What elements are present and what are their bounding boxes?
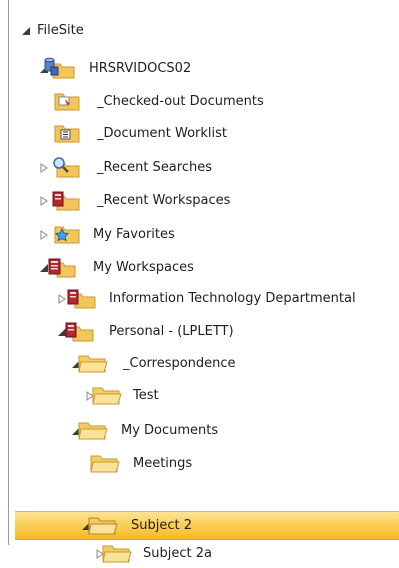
folder-icon xyxy=(101,542,133,564)
tree-node-it-departmental[interactable]: Information Technology Departmental xyxy=(9,285,394,313)
tree-node-label: My Workspaces xyxy=(93,260,194,275)
workspace-folder-icon xyxy=(65,287,97,309)
tree-node-label: My Documents xyxy=(121,423,219,438)
tree-node-test[interactable]: Test xyxy=(9,382,389,410)
tree-node-label: _Checked-out Documents xyxy=(97,94,264,109)
tree-node-label: Meetings xyxy=(133,456,193,471)
tree-node-label: Test xyxy=(133,388,159,403)
collapsed-triangle-icon[interactable] xyxy=(39,230,49,240)
tree-node-recent-searches[interactable]: _Recent Searches xyxy=(9,154,389,182)
workspace-folder-icon xyxy=(63,320,95,342)
folder-tree-panel: FileSite HRSRVIDOCS02 _Checked-out Docum… xyxy=(8,0,399,563)
tree-node-subject-2a[interactable]: Subject 2a xyxy=(9,540,389,568)
tree-node-personal[interactable]: Personal - (LPLETT) xyxy=(9,318,389,346)
worklist-folder-icon xyxy=(53,122,85,144)
folder-icon xyxy=(89,452,121,474)
tree-node-checked-out[interactable]: _Checked-out Documents xyxy=(9,88,389,116)
tree-node-label: Subject 2a xyxy=(143,546,212,561)
tree-node-label: _Recent Workspaces xyxy=(97,193,231,208)
tree-node-label: Information Technology Departmental xyxy=(109,291,356,306)
tree-node-my-favorites[interactable]: My Favorites xyxy=(9,221,389,249)
folder-icon xyxy=(77,419,109,441)
tree-node-worklist[interactable]: _Document Worklist xyxy=(9,120,389,148)
collapsed-triangle-icon[interactable] xyxy=(39,163,49,173)
tree-node-server[interactable]: HRSRVIDOCS02 xyxy=(9,55,389,83)
tree-node-subject-2[interactable]: Subject 2 xyxy=(9,512,389,540)
tree-node-my-documents[interactable]: My Documents xyxy=(9,417,389,445)
tree-node-label: Subject 2 xyxy=(131,518,193,533)
server-folder-icon xyxy=(43,57,75,79)
collapsed-triangle-icon[interactable] xyxy=(39,196,49,206)
workspace-folder-icon xyxy=(49,189,81,211)
folder-icon xyxy=(77,352,109,374)
tree-node-label: _Document Worklist xyxy=(97,126,227,141)
tree-node-my-workspaces[interactable]: My Workspaces xyxy=(9,254,389,282)
workspace-folder-icon xyxy=(45,256,77,278)
tree-node-label: My Favorites xyxy=(93,227,175,242)
folder-icon xyxy=(91,384,123,406)
expanded-triangle-icon[interactable] xyxy=(21,26,31,36)
tree-node-recent-workspaces[interactable]: _Recent Workspaces xyxy=(9,187,389,215)
tree-node-label: Personal - (LPLETT) xyxy=(109,324,234,339)
tree-node-label: _Correspondence xyxy=(123,356,236,371)
tree-node-label: _Recent Searches xyxy=(97,160,212,175)
tree-node-label: FileSite xyxy=(37,23,84,38)
tree-node-filesite[interactable]: FileSite xyxy=(9,17,389,45)
tree-node-meetings[interactable]: Meetings xyxy=(9,450,389,478)
tree-node-correspondence[interactable]: _Correspondence xyxy=(9,350,389,378)
tree-node-label: HRSRVIDOCS02 xyxy=(89,61,192,76)
checked-out-folder-icon xyxy=(53,90,85,112)
search-folder-icon xyxy=(49,156,81,178)
favorites-folder-icon xyxy=(49,223,81,245)
folder-icon xyxy=(87,514,119,536)
